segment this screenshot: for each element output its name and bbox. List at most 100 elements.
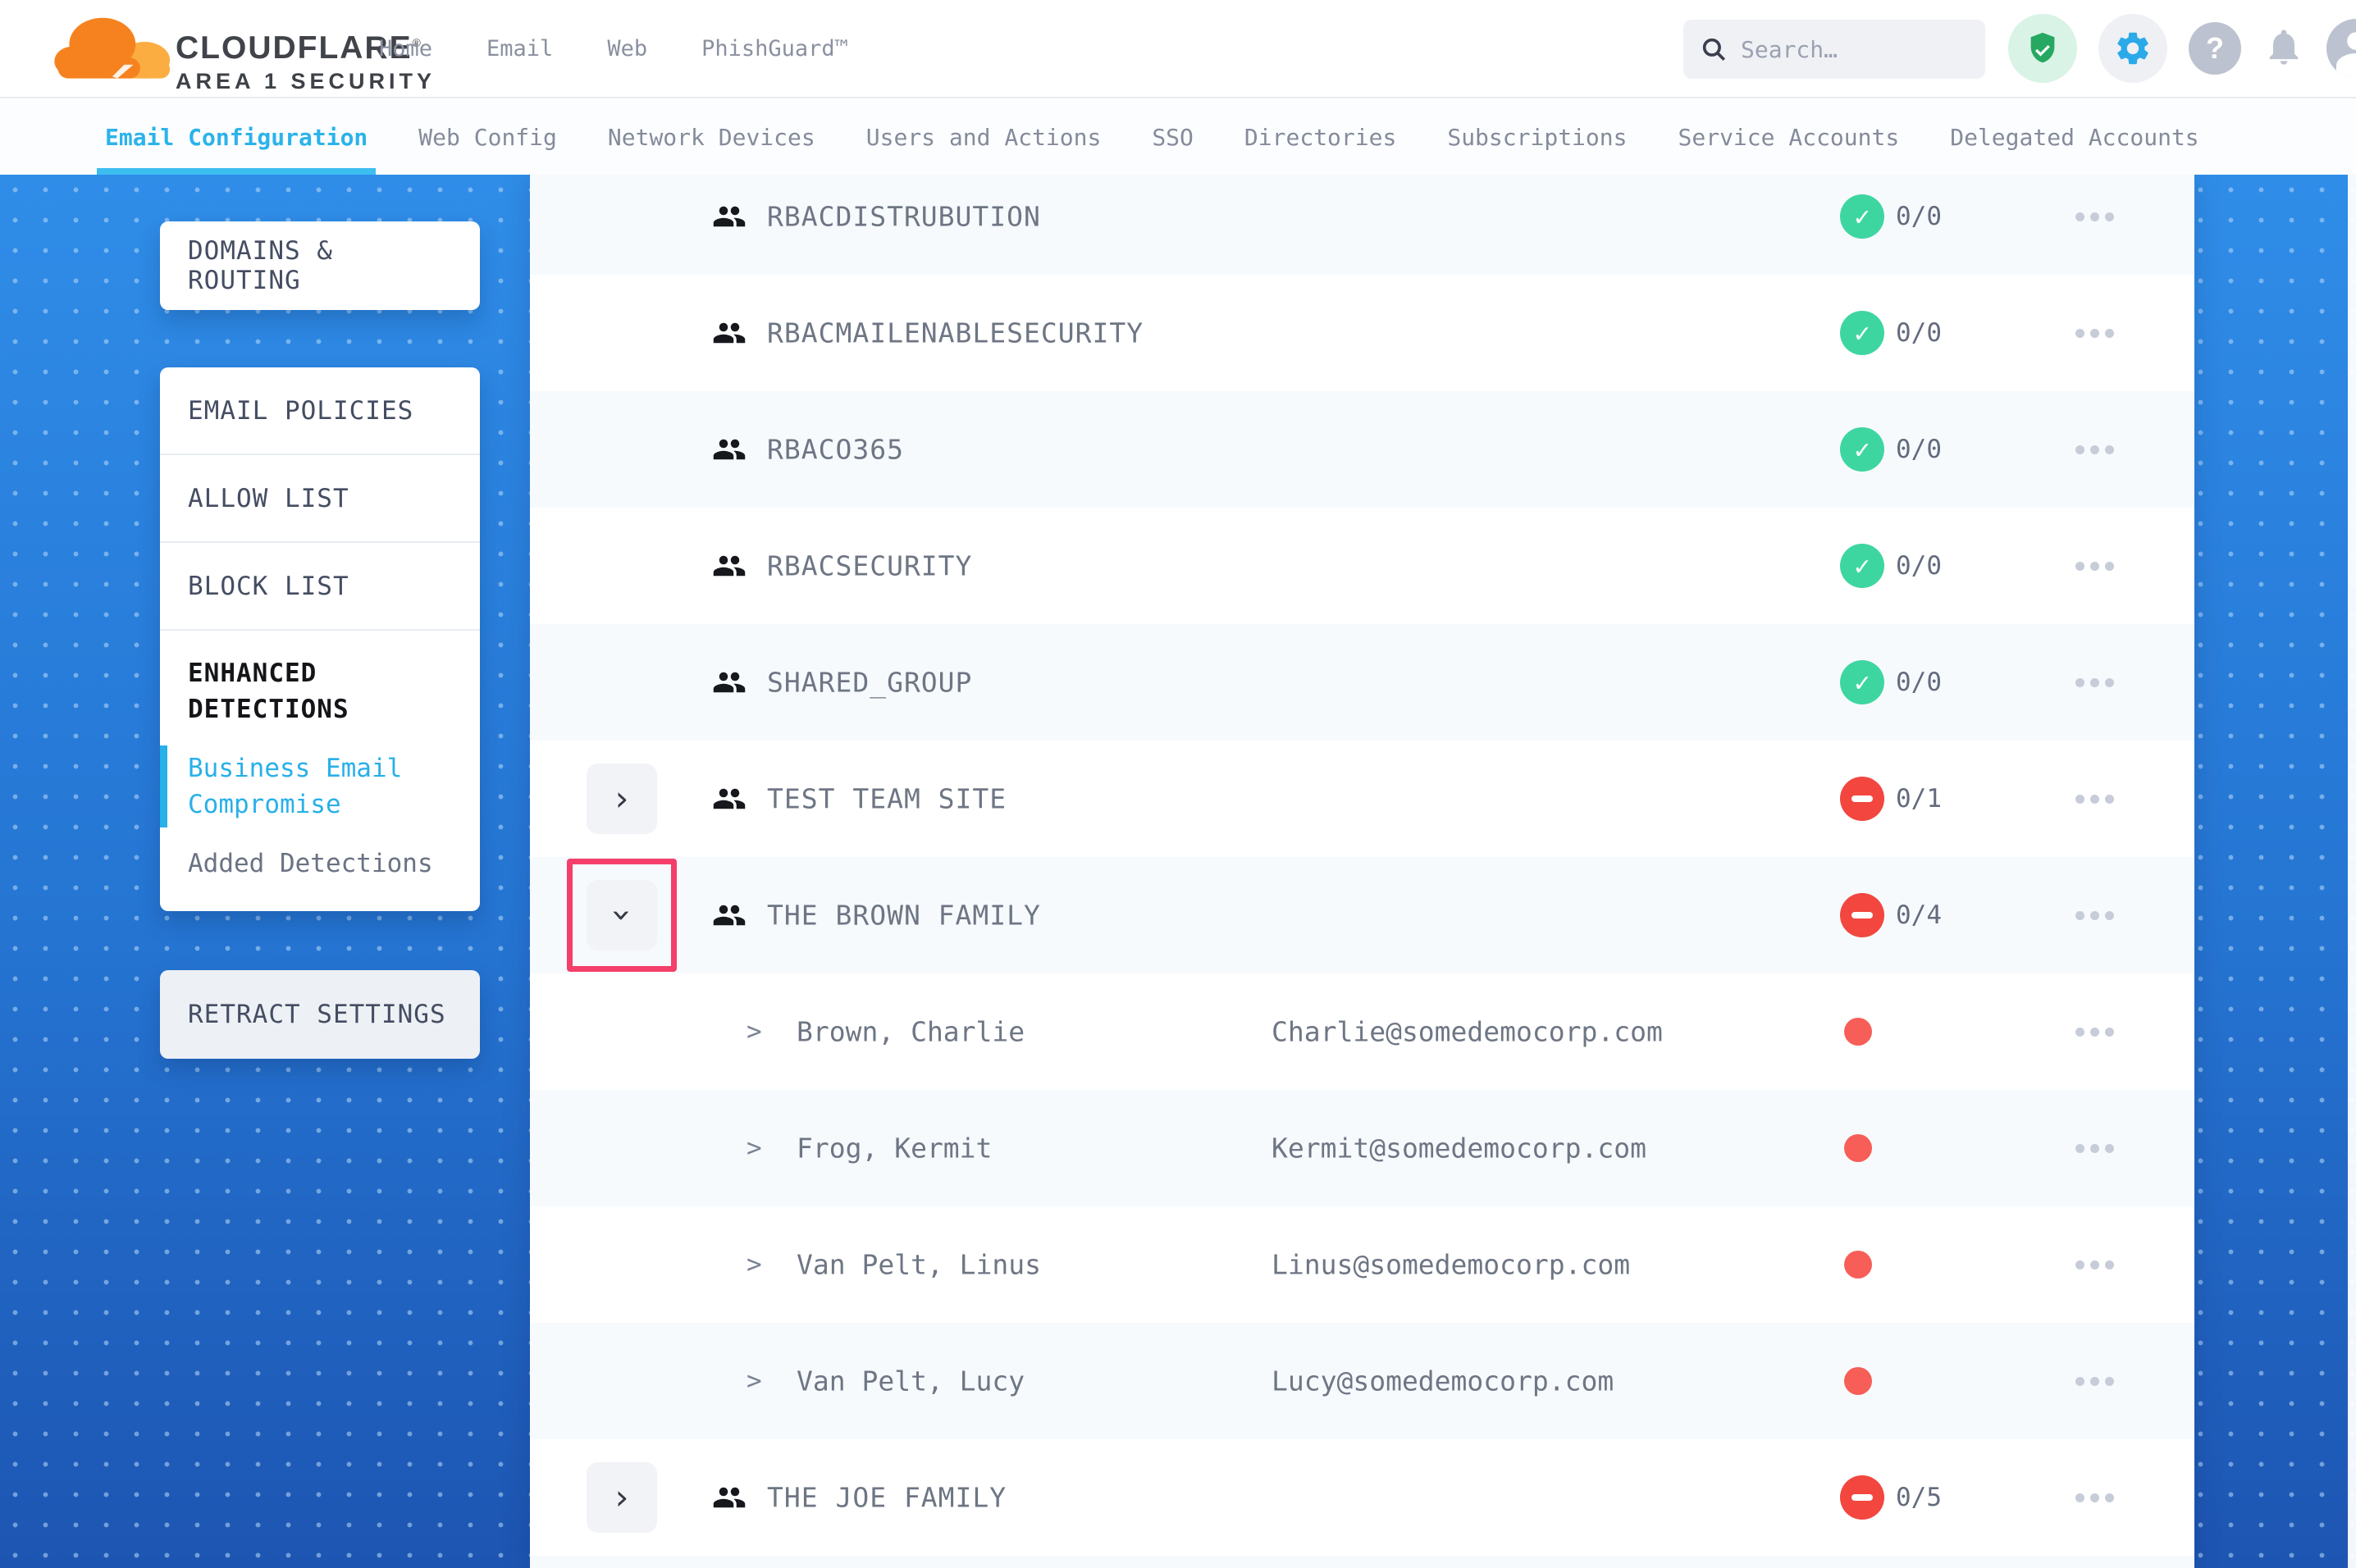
tab-web-config[interactable]: Web Config <box>418 100 557 175</box>
tab-directories[interactable]: Directories <box>1244 100 1396 175</box>
sidebar-item-domains-routing[interactable]: DOMAINS & ROUTING <box>160 221 480 310</box>
row-menu-button[interactable] <box>2075 1481 2133 1514</box>
row-menu-button[interactable] <box>2075 782 2133 815</box>
top-nav-item-email[interactable]: Email <box>486 36 553 62</box>
table-row: SHARED_GROUP 0/0 <box>530 624 2194 741</box>
sidebar-item-email-policies[interactable]: EMAIL POLICIES <box>160 367 480 455</box>
status-glyph-icon <box>1851 912 1873 918</box>
expand-toggle-button[interactable] <box>587 880 657 950</box>
row-menu-button[interactable] <box>2075 666 2133 699</box>
sidebar-item-label: ALLOW LIST <box>188 484 349 513</box>
member-count: 0/5 <box>1896 1483 1942 1512</box>
row-menu-button[interactable] <box>2075 899 2133 932</box>
group-name[interactable]: THE JOE FAMILY <box>767 1482 1007 1514</box>
group-icon <box>710 1480 749 1515</box>
sidebar-item-allow-list[interactable]: ALLOW LIST <box>160 455 480 543</box>
shield-check-icon[interactable] <box>2008 14 2077 83</box>
expand-wrap <box>587 763 657 834</box>
group-name[interactable]: THE BROWN FAMILY <box>767 900 1041 932</box>
group-name[interactable]: TEST TEAM SITE <box>767 783 1007 815</box>
sidebar-item-label: DOMAINS & ROUTING <box>188 236 452 295</box>
status-glyph-icon <box>1854 317 1870 349</box>
top-nav-item-web[interactable]: Web <box>607 36 647 62</box>
member-count: 0/1 <box>1896 784 1942 814</box>
status-glyph-icon <box>1851 1494 1873 1501</box>
tab-email-configuration[interactable]: Email Configuration <box>105 100 368 175</box>
status-glyph-icon <box>1854 434 1870 465</box>
member-name[interactable]: Frog, Kermit <box>797 1133 992 1165</box>
table-row: RBACMAILENABLESECURITY 0/0 <box>530 275 2194 391</box>
member-name[interactable]: Brown, Charlie <box>797 1016 1025 1048</box>
tab-subscriptions[interactable]: Subscriptions <box>1447 100 1627 175</box>
group-name[interactable]: RBACO365 <box>767 434 904 466</box>
row-menu-button[interactable] <box>2075 1248 2133 1281</box>
group-table: RBACDISTRUBUTION 0/0 RBACMAILENABLESECUR… <box>530 175 2194 1568</box>
section-title: ENHANCED DETECTIONS <box>188 655 452 727</box>
gear-icon[interactable] <box>2098 14 2167 83</box>
table-row: TEST TEAM SITE 0/1 <box>530 741 2194 857</box>
row-menu-button[interactable] <box>2075 1015 2133 1048</box>
table-row-member: Brown, Charlie Charlie@somedemocorp.com <box>530 973 2194 1090</box>
tab-network-devices[interactable]: Network Devices <box>608 100 815 175</box>
table-row-member: Van Pelt, Lucy Lucy@somedemocorp.com <box>530 1323 2194 1439</box>
member-status-dot <box>1844 1018 1872 1046</box>
sidebar: DOMAINS & ROUTING EMAIL POLICIES ALLOW L… <box>160 175 480 1059</box>
table-row: THE JOE FAMILY 0/5 <box>530 1439 2194 1556</box>
status-badge <box>1840 311 1884 355</box>
table-row-member: Van Pelt, Linus Linus@somedemocorp.com <box>530 1206 2194 1323</box>
tab-delegated-accounts[interactable]: Delegated Accounts <box>1950 100 2198 175</box>
top-nav-item-home[interactable]: Home <box>379 36 432 62</box>
expand-toggle-button[interactable] <box>587 763 657 834</box>
row-menu-button[interactable] <box>2075 433 2133 466</box>
chevron-icon <box>615 782 629 816</box>
member-count: 0/0 <box>1896 551 1942 581</box>
status-glyph-icon <box>1854 550 1870 581</box>
enhanced-detections-section: ENHANCED DETECTIONS Business Email Compr… <box>160 631 480 882</box>
member-status-dot <box>1844 1134 1872 1162</box>
member-name[interactable]: Van Pelt, Lucy <box>797 1365 1025 1397</box>
row-menu-button[interactable] <box>2075 1132 2133 1165</box>
group-name[interactable]: SHARED_GROUP <box>767 667 972 699</box>
member-count: 0/0 <box>1896 668 1942 697</box>
status-badge <box>1840 544 1884 588</box>
tab-sso[interactable]: SSO <box>1152 100 1194 175</box>
group-icon <box>710 432 749 467</box>
row-menu-button[interactable] <box>2075 200 2133 233</box>
member-chevron-icon[interactable] <box>747 1017 762 1046</box>
search-input[interactable] <box>1741 36 1969 63</box>
account-icon[interactable] <box>2326 19 2356 78</box>
group-name[interactable]: RBACSECURITY <box>767 550 972 582</box>
chevron-icon <box>605 909 639 923</box>
row-menu-button[interactable] <box>2075 317 2133 349</box>
table-row: RBACSECURITY 0/0 <box>530 508 2194 624</box>
sidebar-item-business-email-compromise[interactable]: Business Email Compromise <box>188 750 452 823</box>
help-icon[interactable]: ? <box>2189 22 2241 75</box>
member-count: 0/0 <box>1896 202 1942 231</box>
tab-service-accounts[interactable]: Service Accounts <box>1678 100 1900 175</box>
group-icon <box>710 898 749 932</box>
bell-icon[interactable] <box>2262 25 2305 71</box>
chevron-icon <box>615 1480 629 1515</box>
sidebar-item-block-list[interactable]: BLOCK LIST <box>160 543 480 631</box>
member-email: Linus@somedemocorp.com <box>1272 1249 1630 1281</box>
row-menu-button[interactable] <box>2075 1365 2133 1397</box>
member-name[interactable]: Van Pelt, Linus <box>797 1249 1041 1281</box>
group-icon <box>710 199 749 234</box>
sidebar-item-added-detections[interactable]: Added Detections <box>188 846 452 882</box>
member-chevron-icon[interactable] <box>747 1250 762 1279</box>
sidebar-item-label: RETRACT SETTINGS <box>188 1000 446 1029</box>
status-badge <box>1840 194 1884 239</box>
row-menu-button[interactable] <box>2075 549 2133 582</box>
search-box[interactable] <box>1683 20 1985 79</box>
top-nav-item-phishguard[interactable]: PhishGuard™ <box>701 36 848 62</box>
member-chevron-icon[interactable] <box>747 1133 762 1163</box>
sidebar-item-retract-settings[interactable]: RETRACT SETTINGS <box>160 970 480 1059</box>
member-chevron-icon[interactable] <box>747 1366 762 1396</box>
group-name[interactable]: RBACMAILENABLESECURITY <box>767 317 1144 349</box>
expand-toggle-button[interactable] <box>587 1462 657 1533</box>
table-row-spacer <box>530 1556 2194 1568</box>
member-count: 0/0 <box>1896 318 1942 348</box>
scrollbar[interactable] <box>2348 175 2356 1568</box>
tab-users-and-actions[interactable]: Users and Actions <box>866 100 1102 175</box>
group-name[interactable]: RBACDISTRUBUTION <box>767 201 1041 233</box>
